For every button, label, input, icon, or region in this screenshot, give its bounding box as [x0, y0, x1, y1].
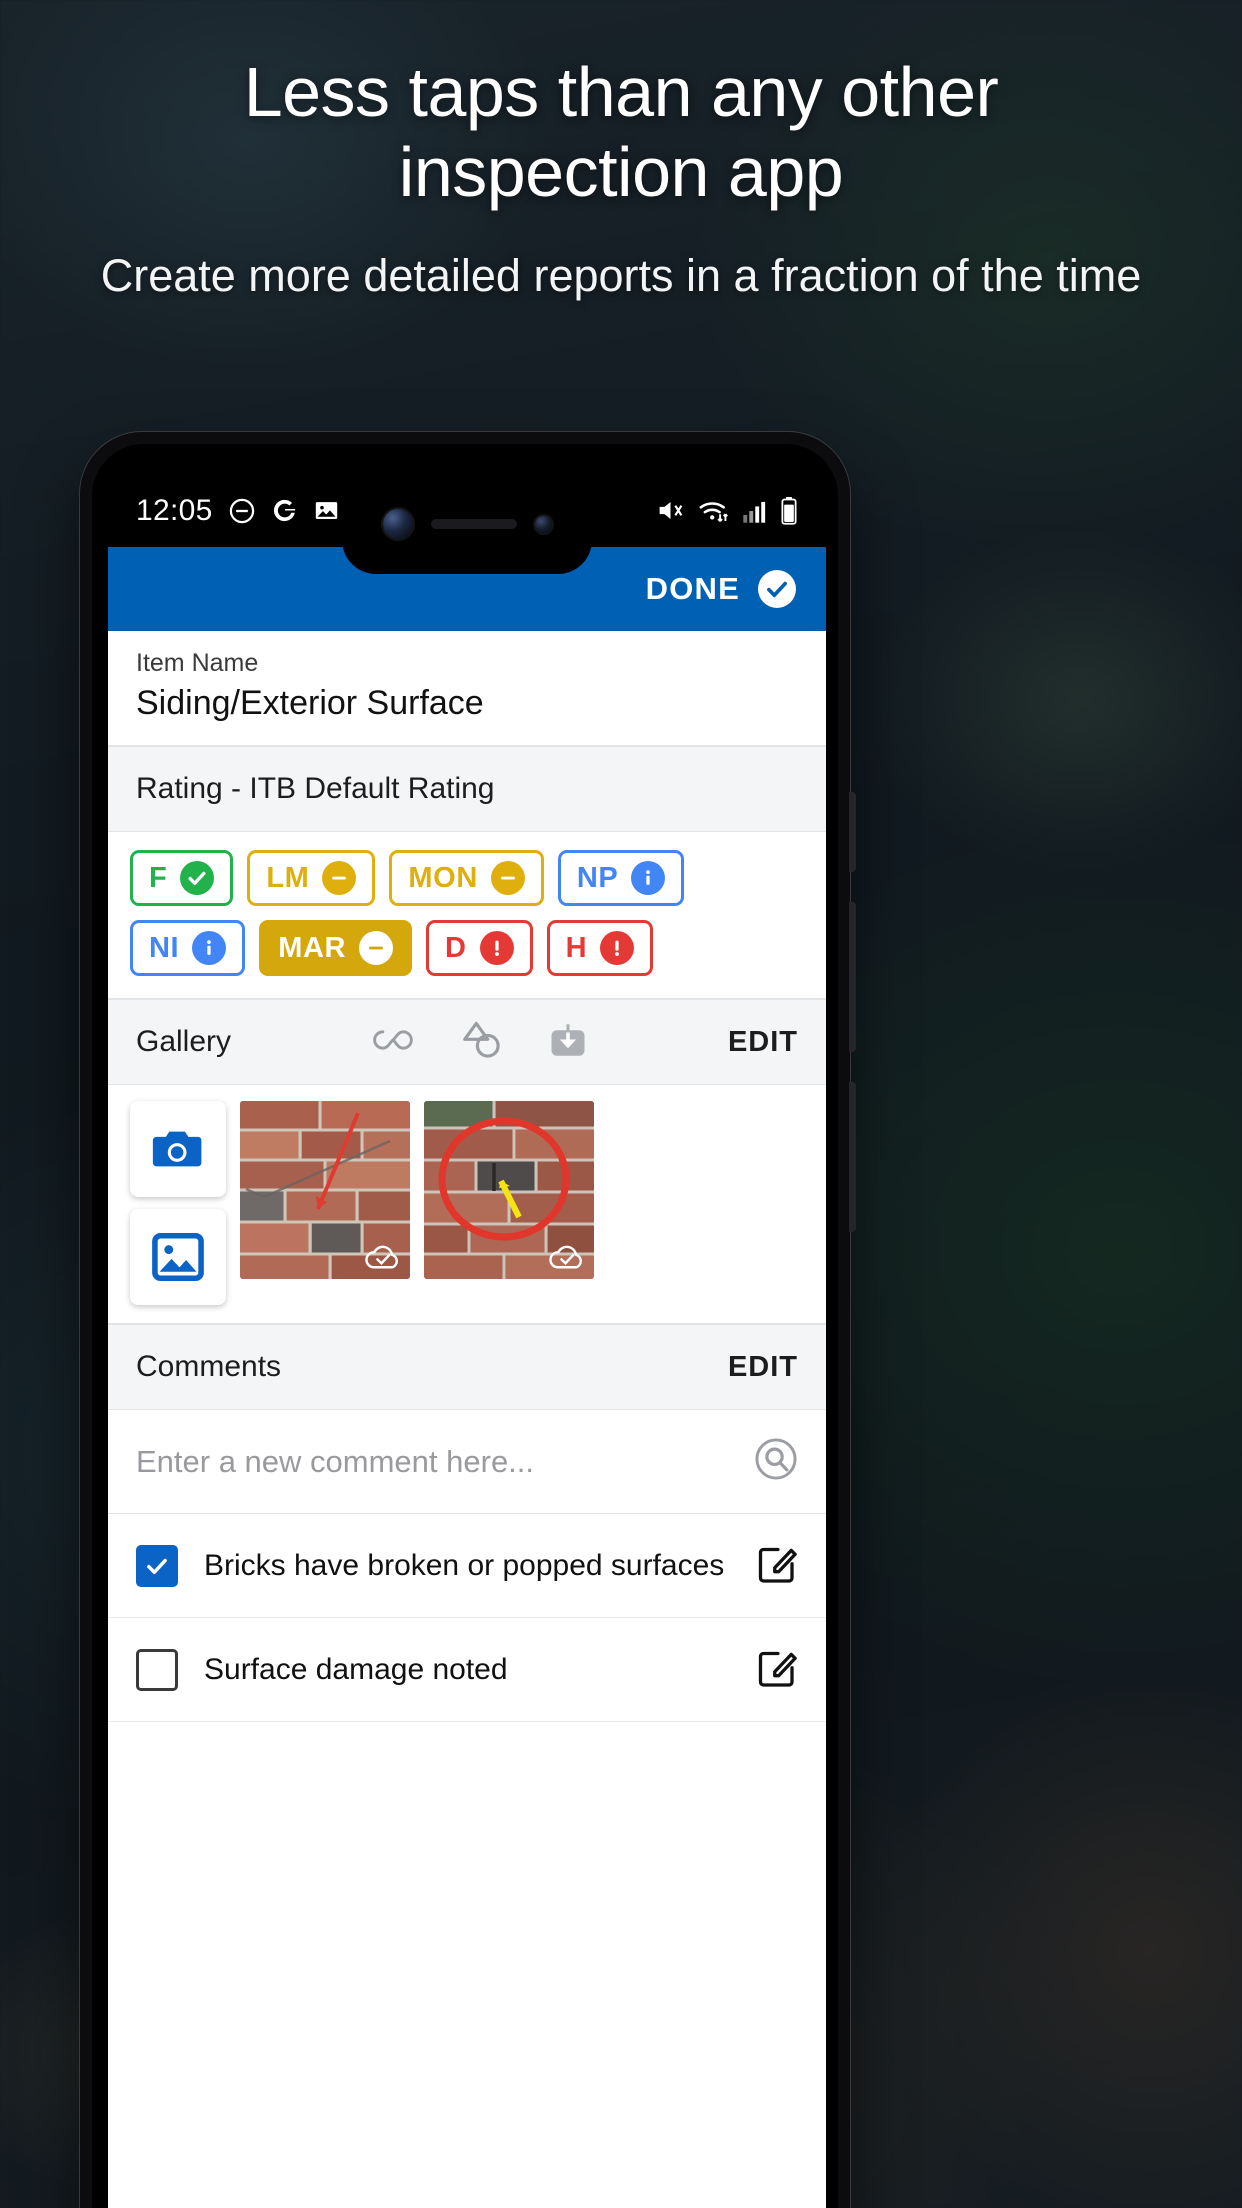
rating-chip-label: F	[149, 861, 168, 894]
google-icon	[271, 497, 298, 524]
rating-chip-group: F LM MON NP NI MAR D H	[108, 832, 826, 999]
gallery-title: Gallery	[136, 1025, 232, 1058]
minus-badge-icon	[359, 931, 394, 965]
rating-chip-label: H	[565, 931, 588, 964]
rating-chip-label: NI	[149, 931, 180, 964]
photo-library-icon[interactable]	[130, 1209, 226, 1305]
comment-row[interactable]: Surface damage noted	[108, 1618, 826, 1722]
battery-icon	[780, 496, 798, 525]
checkbox-checked-icon[interactable]	[136, 1544, 178, 1587]
camera-notch	[342, 474, 592, 574]
comments-edit-button[interactable]: EDIT	[728, 1351, 798, 1384]
item-name-row[interactable]: Item Name Siding/Exterior Surface	[108, 631, 826, 746]
rating-chip-ni[interactable]: NI	[130, 920, 246, 976]
comment-text: Bricks have broken or popped surfaces	[204, 1548, 725, 1582]
gallery-action-buttons	[130, 1101, 226, 1305]
phone-volume-button	[849, 902, 856, 1052]
rating-section-header: Rating - ITB Default Rating	[108, 746, 826, 832]
promo-headline: Less taps than any other inspection app	[243, 53, 999, 211]
mute-icon	[656, 496, 685, 525]
info-badge-icon	[631, 861, 666, 895]
item-name-label: Item Name	[136, 649, 259, 677]
check-badge-icon	[180, 861, 215, 895]
comments-title: Comments	[136, 1350, 282, 1383]
phone-mockup: 12:05 DONE Item Name Siding/Exterior Sur…	[80, 432, 856, 2208]
camera-icon[interactable]	[130, 1101, 226, 1197]
gallery-edit-button[interactable]: EDIT	[728, 1026, 798, 1059]
secondary-camera-lens-icon	[534, 515, 552, 533]
shapes-icon[interactable]	[459, 1018, 505, 1067]
promo-subheadline: Create more detailed reports in a fracti…	[100, 250, 1142, 301]
synced-badge-icon	[365, 1245, 398, 1269]
comment-text: Surface damage noted	[204, 1652, 508, 1686]
rating-chip-label: MAR	[278, 931, 347, 964]
comment-input-row[interactable]: Enter a new comment here...	[108, 1410, 826, 1514]
comments-section-header: Comments EDIT	[108, 1324, 826, 1410]
minus-badge-icon	[322, 861, 357, 895]
gallery-thumbnail-2[interactable]	[424, 1101, 594, 1279]
rating-chip-lm[interactable]: LM	[247, 850, 376, 906]
done-button-label[interactable]: DONE	[646, 571, 740, 607]
infinity-icon[interactable]	[369, 1025, 417, 1060]
photo-icon	[313, 497, 340, 524]
signal-icon	[742, 498, 768, 524]
rating-chip-label: D	[445, 931, 467, 964]
comment-input-placeholder[interactable]: Enter a new comment here...	[136, 1444, 534, 1480]
promo-text-block: Less taps than any other inspection app …	[0, 52, 1242, 304]
gallery-icon-group	[369, 1018, 589, 1067]
app-screen: 12:05 DONE Item Name Siding/Exterior Sur…	[108, 474, 826, 2208]
rating-chip-label: MON	[408, 861, 478, 894]
gallery-section-header: Gallery EDIT	[108, 999, 826, 1085]
rating-chip-label: NP	[576, 861, 619, 894]
rating-chip-h[interactable]: H	[546, 920, 654, 976]
phone-bezel: 12:05 DONE Item Name Siding/Exterior Sur…	[92, 444, 838, 2208]
gallery-thumbnail-1[interactable]	[240, 1101, 410, 1279]
phone-power-button	[849, 1082, 856, 1232]
rating-chip-mar[interactable]: MAR	[259, 920, 413, 976]
item-name-value: Siding/Exterior Surface	[136, 684, 484, 722]
edit-note-icon[interactable]	[756, 1646, 798, 1693]
search-icon[interactable]	[754, 1437, 798, 1486]
alert-badge-icon	[600, 931, 635, 965]
status-bar: 12:05	[108, 474, 826, 574]
rating-chip-f[interactable]: F	[130, 850, 234, 906]
status-right-group	[656, 496, 798, 525]
do-not-disturb-icon	[228, 497, 256, 525]
phone-side-button	[849, 792, 856, 872]
download-icon[interactable]	[547, 1019, 589, 1066]
minus-badge-icon	[490, 861, 525, 895]
rating-chip-d[interactable]: D	[426, 920, 533, 976]
alert-badge-icon	[479, 931, 514, 965]
front-camera-lens-icon	[382, 509, 413, 539]
earpiece-speaker	[430, 519, 517, 529]
comment-row[interactable]: Bricks have broken or popped surfaces	[108, 1514, 826, 1618]
rating-chip-np[interactable]: NP	[557, 850, 685, 906]
edit-note-icon[interactable]	[756, 1542, 798, 1589]
checkbox-unchecked-icon[interactable]	[136, 1648, 178, 1691]
wifi-icon	[697, 496, 730, 525]
rating-section-title: Rating - ITB Default Rating	[136, 772, 495, 805]
comment-list: Bricks have broken or popped surfaces Sur…	[108, 1514, 826, 1722]
gallery-strip	[108, 1085, 826, 1324]
info-badge-icon	[192, 931, 227, 965]
rating-chip-mon[interactable]: MON	[389, 850, 544, 906]
check-circle-icon[interactable]	[758, 570, 796, 608]
status-clock: 12:05	[136, 493, 213, 527]
rating-chip-label: LM	[266, 861, 310, 894]
synced-badge-icon	[549, 1245, 582, 1269]
